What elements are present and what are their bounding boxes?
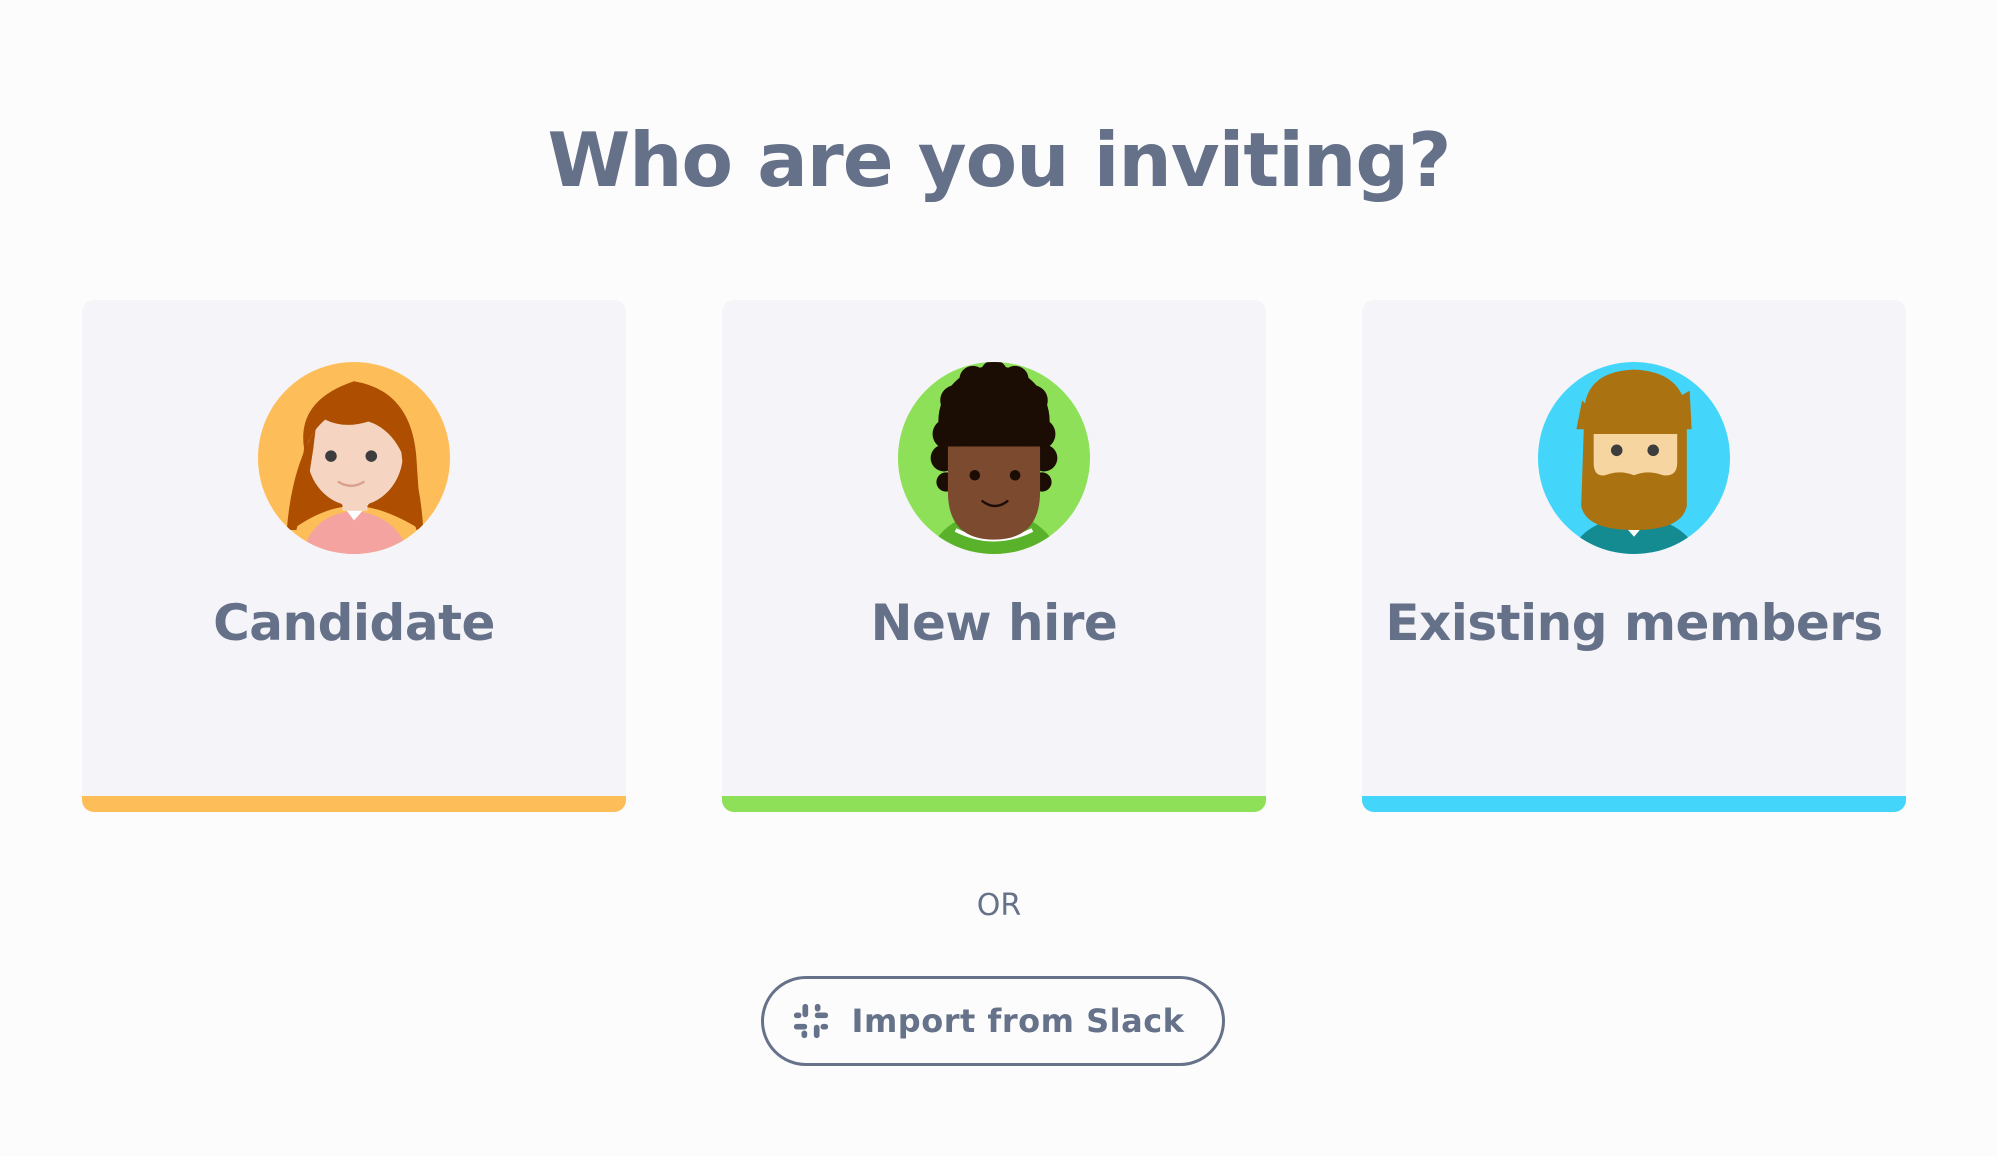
or-divider: OR bbox=[976, 888, 1022, 923]
new-hire-card[interactable]: New hire bbox=[722, 300, 1266, 812]
candidate-label: Candidate bbox=[213, 594, 495, 652]
page-title: Who are you inviting? bbox=[547, 116, 1451, 204]
candidate-accent-bar bbox=[82, 796, 626, 812]
new-hire-label: New hire bbox=[870, 594, 1118, 652]
candidate-avatar-icon bbox=[258, 362, 450, 554]
import-from-slack-button[interactable]: Import from Slack bbox=[761, 976, 1225, 1066]
slack-icon bbox=[793, 1003, 828, 1039]
existing-members-avatar-icon bbox=[1538, 362, 1730, 554]
existing-members-card[interactable]: Existing members bbox=[1362, 300, 1906, 812]
import-from-slack-label: Import from Slack bbox=[851, 1002, 1185, 1040]
existing-members-label: Existing members bbox=[1385, 594, 1883, 652]
candidate-card[interactable]: Candidate bbox=[82, 300, 626, 812]
existing-members-accent-bar bbox=[1362, 796, 1906, 812]
new-hire-accent-bar bbox=[722, 796, 1266, 812]
new-hire-avatar-icon bbox=[898, 362, 1090, 554]
